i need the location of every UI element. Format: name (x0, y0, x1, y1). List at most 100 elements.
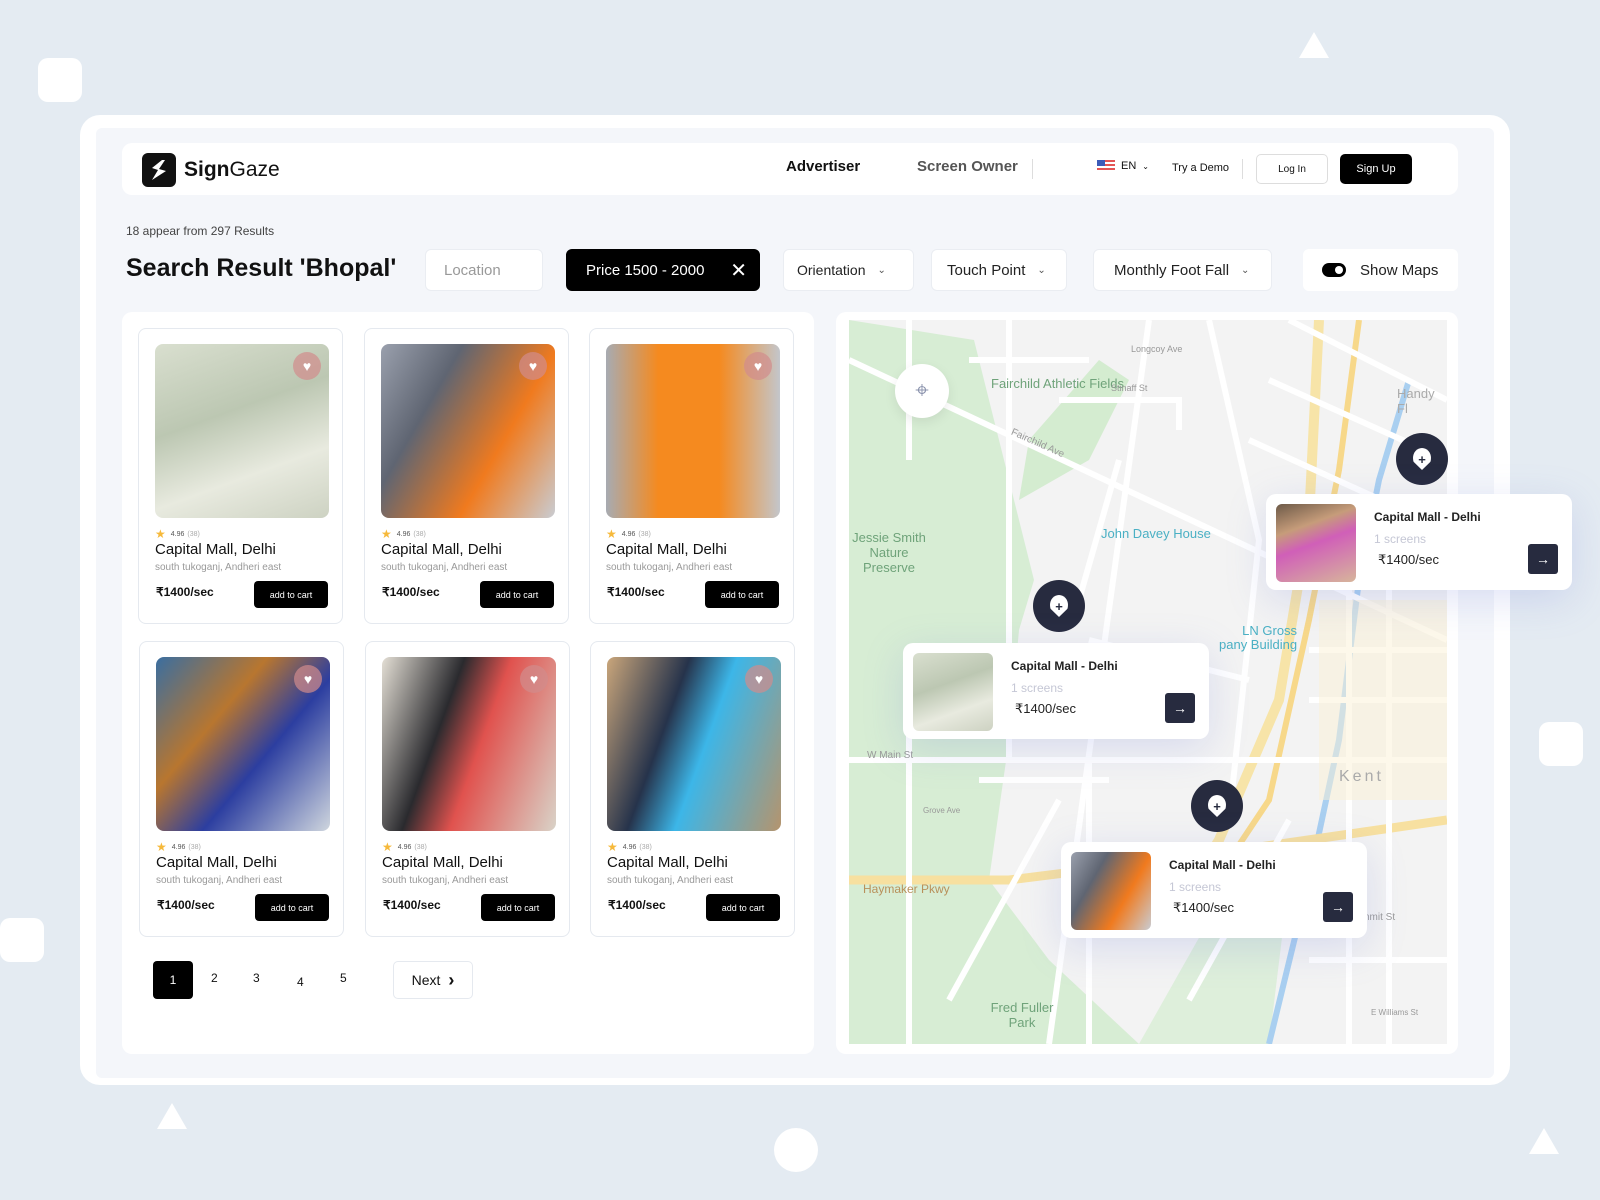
card-title[interactable]: Capital Mall, Delhi (606, 541, 727, 558)
street-label: Haymaker Pkwy (863, 882, 950, 896)
card-address: south tukoganj, Andheri east (606, 562, 733, 573)
map-label-ln-gross: LN Gross pany Building (1219, 623, 1298, 652)
rating-value: 4.96 (396, 530, 411, 538)
popup-title: Capital Mall - Delhi (1011, 659, 1118, 673)
screen-card[interactable]: ♥ ★ 4.96 (38) Capital Mall, Delhi south tu… (365, 641, 570, 937)
screen-card[interactable]: ♥ ★ 4.96 (38) Capital Mall, Delhi south tu… (589, 328, 794, 624)
arrow-right-icon[interactable]: → (1323, 892, 1353, 922)
close-icon[interactable]: ✕ (730, 258, 747, 283)
screen-image[interactable]: ♥ (156, 657, 330, 831)
screen-card[interactable]: ♥ ★ 4.96 (38) Capital Mall, Delhi south tu… (138, 328, 343, 624)
rating: ★ 4.96 (38) (606, 527, 651, 541)
heart-icon[interactable]: ♥ (745, 665, 773, 693)
screen-card[interactable]: ♥ ★ 4.96 (38) Capital Mall, Delhi south tu… (590, 641, 795, 937)
orientation-label: Orientation (797, 262, 866, 278)
locate-me-button[interactable]: ⌖ (895, 364, 949, 418)
map-location-popup[interactable]: Capital Mall - Delhi 1 screens ₹1400/sec… (1061, 842, 1367, 938)
card-price: ₹1400/sec (382, 585, 440, 599)
heart-icon[interactable]: ♥ (519, 352, 547, 380)
map-label-kent: Kent (1339, 768, 1384, 785)
popup-thumbnail (1276, 504, 1356, 582)
price-filter-chip[interactable]: Price 1500 - 2000 ✕ (566, 249, 760, 291)
star-icon: ★ (382, 840, 393, 854)
screen-image[interactable]: ♥ (382, 657, 556, 831)
crosshair-icon: ⌖ (915, 377, 929, 404)
signup-button[interactable]: Sign Up (1340, 154, 1412, 184)
map-location-popup[interactable]: Capital Mall - Delhi 1 screens ₹1400/sec… (1266, 494, 1572, 590)
star-icon: ★ (381, 527, 392, 541)
add-to-cart-button[interactable]: add to cart (705, 581, 779, 608)
add-to-cart-button[interactable]: add to cart (255, 894, 329, 921)
card-title[interactable]: Capital Mall, Delhi (381, 541, 502, 558)
location-input[interactable]: Location (425, 249, 543, 291)
foot-fall-label: Monthly Foot Fall (1114, 261, 1230, 279)
map-pin[interactable]: + (1191, 780, 1243, 832)
popup-screens: 1 screens (1169, 880, 1222, 894)
card-title[interactable]: Capital Mall, Delhi (155, 541, 276, 558)
touch-point-dropdown[interactable]: Touch Point ⌄ (931, 249, 1067, 291)
page-4-button[interactable]: 4 (297, 975, 304, 989)
page-1-button[interactable]: 1 (153, 961, 193, 999)
screen-image[interactable]: ♥ (607, 657, 781, 831)
show-maps-toggle[interactable]: Show Maps (1303, 249, 1458, 291)
rating: ★ 4.96 (38) (382, 840, 427, 854)
page-5-button[interactable]: 5 (340, 971, 347, 985)
heart-icon[interactable]: ♥ (294, 665, 322, 693)
popup-thumbnail (913, 653, 993, 731)
popup-thumbnail (1071, 852, 1151, 930)
next-label: Next (411, 972, 441, 988)
login-button[interactable]: Log In (1256, 154, 1328, 184)
chevron-down-icon: ⌄ (877, 264, 886, 276)
language-selector[interactable]: EN ⌄ (1097, 160, 1149, 172)
toggle-switch-icon[interactable] (1322, 263, 1346, 277)
screen-card[interactable]: ♥ ★ 4.96 (38) Capital Mall, Delhi south tu… (364, 328, 569, 624)
chevron-down-icon: ⌄ (1037, 264, 1046, 276)
show-maps-label: Show Maps (1360, 261, 1439, 279)
pin-plus-icon: + (1413, 448, 1431, 470)
nav-advertiser[interactable]: Advertiser (786, 158, 860, 175)
card-title[interactable]: Capital Mall, Delhi (382, 854, 503, 871)
add-to-cart-button[interactable]: add to cart (481, 894, 555, 921)
add-to-cart-button[interactable]: add to cart (706, 894, 780, 921)
brand-name: SignGaze (184, 158, 280, 181)
card-address: south tukoganj, Andheri east (156, 875, 283, 886)
nav-screen-owner[interactable]: Screen Owner (917, 158, 1018, 175)
add-to-cart-button[interactable]: add to cart (480, 581, 554, 608)
page-title: Search Result 'Bhopal' (126, 254, 397, 282)
decorative-square (0, 918, 44, 962)
page-2-button[interactable]: 2 (211, 971, 218, 985)
card-price: ₹1400/sec (607, 585, 665, 599)
chevron-down-icon: ⌄ (1142, 161, 1149, 171)
map-pin[interactable]: + (1033, 580, 1085, 632)
decorative-triangle (1299, 32, 1329, 58)
chevron-right-icon: › (448, 969, 455, 990)
pin-plus-icon: + (1050, 595, 1068, 617)
review-count: (38) (413, 530, 426, 538)
map-pin[interactable]: + (1396, 433, 1448, 485)
foot-fall-dropdown[interactable]: Monthly Foot Fall ⌄ (1093, 249, 1272, 291)
heart-icon[interactable]: ♥ (293, 352, 321, 380)
logo[interactable]: SignGaze (142, 153, 280, 187)
screen-image[interactable]: ♥ (606, 344, 780, 518)
add-to-cart-button[interactable]: add to cart (254, 581, 328, 608)
language-label: EN (1121, 160, 1137, 172)
screen-image[interactable]: ♥ (155, 344, 329, 518)
screen-card[interactable]: ♥ ★ 4.96 (38) Capital Mall, Delhi south tu… (139, 641, 344, 937)
top-navbar: SignGaze Advertiser Screen Owner EN ⌄ Tr… (122, 143, 1458, 195)
try-demo-link[interactable]: Try a Demo (1172, 162, 1229, 174)
chevron-down-icon: ⌄ (1241, 264, 1250, 276)
next-page-button[interactable]: Next › (393, 961, 473, 999)
page-3-button[interactable]: 3 (253, 971, 260, 985)
arrow-right-icon[interactable]: → (1528, 544, 1558, 574)
screen-image[interactable]: ♥ (381, 344, 555, 518)
orientation-dropdown[interactable]: Orientation ⌄ (783, 249, 914, 291)
star-icon: ★ (156, 840, 167, 854)
heart-icon[interactable]: ♥ (744, 352, 772, 380)
card-title[interactable]: Capital Mall, Delhi (607, 854, 728, 871)
map-label-fred-fuller: Fred Fuller Park (990, 1000, 1054, 1030)
map-location-popup[interactable]: Capital Mall - Delhi 1 screens ₹1400/sec… (903, 643, 1209, 739)
heart-icon[interactable]: ♥ (520, 665, 548, 693)
street-label: E Williams St (1371, 1008, 1419, 1017)
arrow-right-icon[interactable]: → (1165, 693, 1195, 723)
card-title[interactable]: Capital Mall, Delhi (156, 854, 277, 871)
